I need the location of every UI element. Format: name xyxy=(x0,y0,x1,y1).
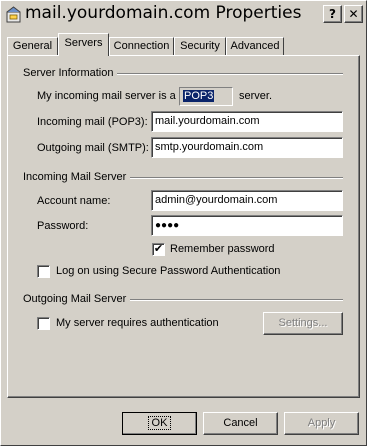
remember-password-label[interactable]: Remember password xyxy=(170,243,275,255)
tab-servers[interactable]: Servers xyxy=(58,33,109,56)
password-label: Password: xyxy=(37,220,89,232)
password-field[interactable]: ●●●● xyxy=(151,215,343,236)
tab-connection[interactable]: Connection xyxy=(109,37,174,56)
incoming-type-prefix: My incoming mail server is a xyxy=(37,90,176,102)
tab-advanced[interactable]: Advanced xyxy=(226,37,284,56)
close-icon: ✕ xyxy=(348,7,359,21)
cancel-button[interactable]: Cancel xyxy=(203,412,278,435)
incoming-server-type: POP3 xyxy=(179,87,233,106)
spa-checkbox[interactable] xyxy=(37,265,50,278)
incoming-server-type-value: POP3 xyxy=(183,90,215,102)
ok-button[interactable]: OK xyxy=(122,412,197,435)
account-name-label: Account name: xyxy=(37,195,111,207)
tab-general[interactable]: General xyxy=(7,37,58,56)
checkmark-icon: ✔ xyxy=(153,243,164,255)
tab-label: Security xyxy=(180,40,220,52)
server-info-title: Server Information xyxy=(23,67,118,79)
outgoing-mail-field[interactable]: smtp.yourdomain.com xyxy=(151,137,343,158)
tab-label: Advanced xyxy=(230,40,280,52)
account-properties-icon xyxy=(6,6,21,23)
spa-label[interactable]: Log on using Secure Password Authenticat… xyxy=(56,265,280,277)
tab-security[interactable]: Security xyxy=(174,37,226,56)
incoming-mail-field[interactable]: mail.yourdomain.com xyxy=(151,111,343,132)
close-button[interactable]: ✕ xyxy=(344,5,363,23)
outgoing-mail-label: Outgoing mail (SMTP): xyxy=(37,142,149,154)
incoming-server-title: Incoming Mail Server xyxy=(23,171,131,183)
smtp-auth-checkbox[interactable] xyxy=(37,317,50,330)
outgoing-server-title: Outgoing Mail Server xyxy=(23,293,131,305)
ok-button-label: OK xyxy=(147,416,172,430)
properties-dialog: mail.yourdomain.com Properties ? ✕ Gener… xyxy=(0,0,367,446)
window-title: mail.yourdomain.com Properties xyxy=(25,3,302,23)
tab-label: Connection xyxy=(113,40,170,52)
tab-label: Servers xyxy=(64,37,103,49)
incoming-type-suffix: server. xyxy=(239,90,273,102)
apply-button[interactable]: Apply xyxy=(284,412,359,435)
account-name-field[interactable]: admin@yourdomain.com xyxy=(151,190,343,211)
active-tab-joint xyxy=(59,55,108,57)
remember-password-checkbox[interactable]: ✔ xyxy=(152,243,165,256)
title-bar[interactable]: mail.yourdomain.com Properties ? ✕ xyxy=(1,1,366,29)
incoming-mail-label: Incoming mail (POP3): xyxy=(37,116,148,128)
help-button[interactable]: ? xyxy=(323,5,342,23)
tab-label: General xyxy=(12,40,53,52)
settings-button[interactable]: Settings... xyxy=(263,312,343,335)
smtp-auth-label[interactable]: My server requires authentication xyxy=(56,317,219,329)
